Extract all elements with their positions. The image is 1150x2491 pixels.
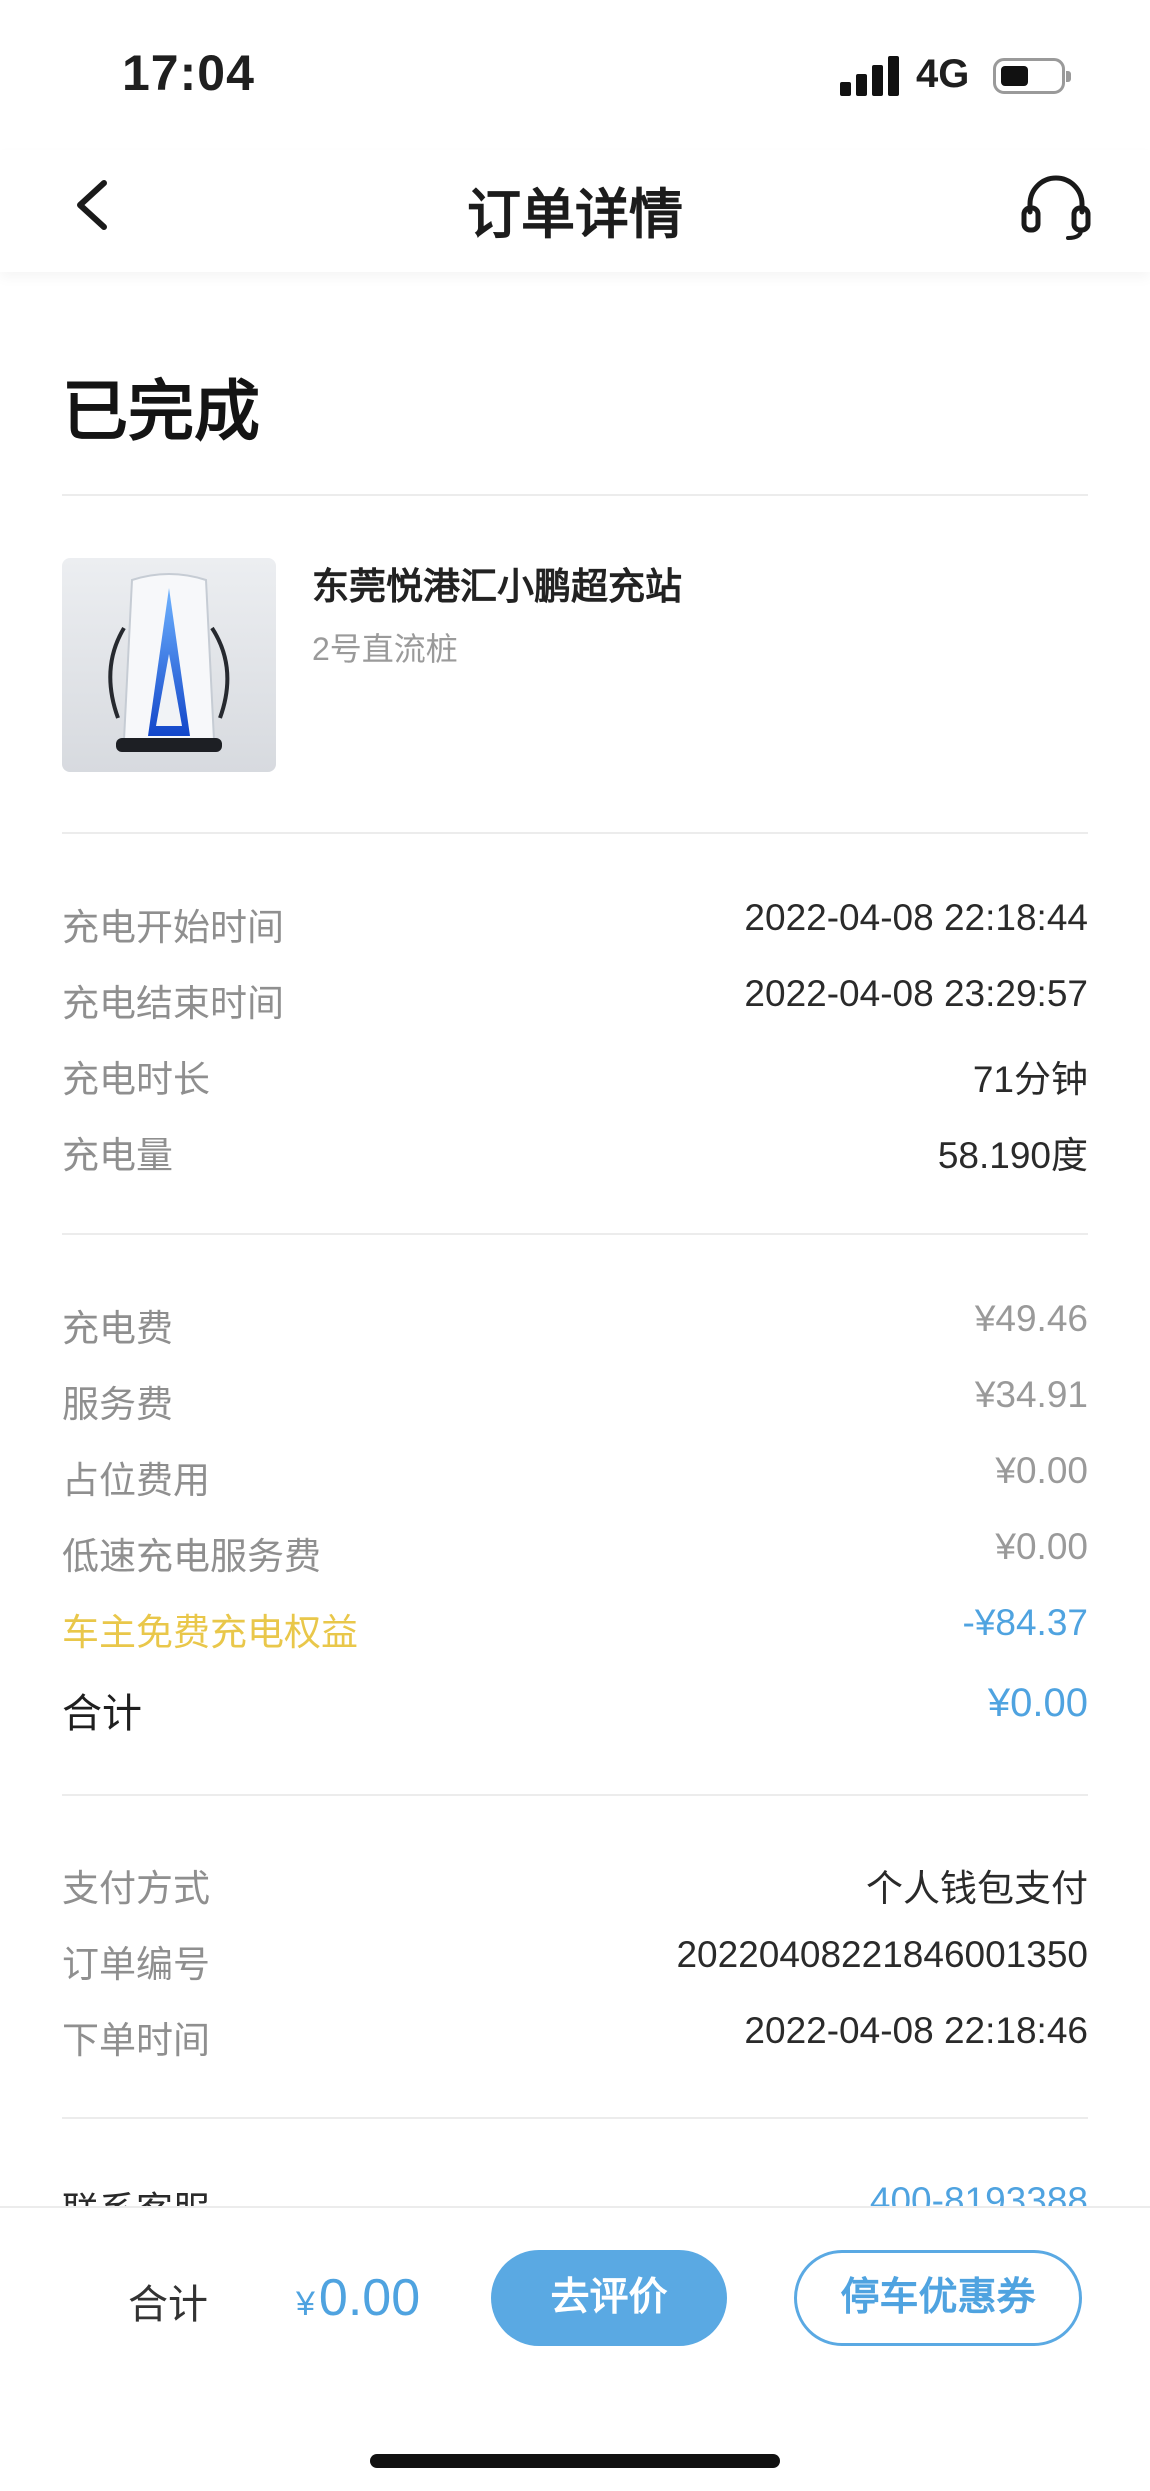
- charger-image: [62, 558, 276, 772]
- bottom-total-amount: ¥0.00: [296, 2268, 420, 2328]
- row-label: 充电费: [62, 1308, 173, 1349]
- row-label: 占位费用: [62, 1460, 210, 1501]
- row-value: 2022-04-08 22:18:44: [744, 897, 1088, 938]
- back-arrow-icon[interactable]: [64, 175, 124, 235]
- currency-symbol: ¥: [296, 2285, 315, 2323]
- divider: [62, 1794, 1088, 1796]
- order-time-row: 下单时间 2022-04-08 22:18:46: [62, 2010, 1088, 2066]
- row-value: ¥0.00: [987, 1681, 1088, 1725]
- signal-icon: [840, 56, 902, 96]
- parking-coupon-button[interactable]: 停车优惠券: [794, 2250, 1082, 2346]
- row-label: 充电时长: [62, 1059, 210, 1100]
- row-value: 20220408221846001350: [676, 1934, 1088, 1975]
- divider: [62, 2117, 1088, 2119]
- row-label: 充电开始时间: [62, 907, 284, 948]
- row-value: ¥0.00: [995, 1450, 1088, 1491]
- row-label: 充电量: [62, 1135, 173, 1176]
- row-label: 合计: [62, 1692, 142, 1736]
- home-indicator: [370, 2454, 780, 2468]
- slow-charge-fee-row: 低速充电服务费 ¥0.00: [62, 1526, 1088, 1582]
- page-title: 订单详情: [467, 185, 683, 245]
- station-name: 东莞悦港汇小鹏超充站: [312, 566, 682, 607]
- status-time: 17:04: [122, 45, 255, 101]
- total-amount-value: 0.00: [318, 2269, 421, 2327]
- divider: [62, 1233, 1088, 1235]
- row-label: 低速充电服务费: [62, 1536, 321, 1577]
- review-button[interactable]: 去评价: [491, 2250, 727, 2346]
- row-value: 2022-04-08 22:18:46: [744, 2010, 1088, 2051]
- bottom-action-bar: 合计 ¥0.00 去评价 停车优惠券: [0, 2206, 1150, 2491]
- fee-total-row: 合计 ¥0.00: [62, 1681, 1088, 1737]
- charge-duration-row: 充电时长 71分钟: [62, 1049, 1088, 1105]
- row-label: 服务费: [62, 1384, 173, 1425]
- row-value: 71分钟: [972, 1059, 1088, 1100]
- network-type: 4G: [916, 52, 970, 96]
- row-value: ¥0.00: [995, 1526, 1088, 1567]
- row-value: 2022-04-08 23:29:57: [744, 973, 1088, 1014]
- charge-start-row: 充电开始时间 2022-04-08 22:18:44: [62, 897, 1088, 953]
- row-value: -¥84.37: [962, 1602, 1089, 1643]
- charge-amount-row: 充电量 58.190度: [62, 1125, 1088, 1181]
- row-value: 58.190度: [937, 1135, 1088, 1176]
- charging-fee-row: 充电费 ¥49.46: [62, 1298, 1088, 1354]
- row-value: 个人钱包支付: [866, 1868, 1088, 1909]
- divider: [62, 494, 1088, 496]
- row-label: 充电结束时间: [62, 983, 284, 1024]
- row-label: 订单编号: [62, 1944, 210, 1985]
- service-fee-row: 服务费 ¥34.91: [62, 1374, 1088, 1430]
- charge-end-row: 充电结束时间 2022-04-08 23:29:57: [62, 973, 1088, 1029]
- order-status: 已完成: [62, 374, 260, 448]
- row-value: ¥34.91: [974, 1374, 1088, 1415]
- pile-name: 2号直流桩: [312, 631, 458, 667]
- row-label: 支付方式: [62, 1868, 210, 1909]
- payment-method-row: 支付方式 个人钱包支付: [62, 1858, 1088, 1914]
- divider: [62, 832, 1088, 834]
- bottom-total-label: 合计: [128, 2283, 208, 2327]
- occupancy-fee-row: 占位费用 ¥0.00: [62, 1450, 1088, 1506]
- status-bar: 17:04 4G: [0, 0, 1150, 150]
- row-label: 车主免费充电权益: [62, 1612, 358, 1653]
- battery-icon: [993, 58, 1071, 94]
- row-value: ¥49.46: [974, 1298, 1088, 1339]
- row-label: 下单时间: [62, 2020, 210, 2061]
- nav-bar: 订单详情: [0, 150, 1150, 272]
- owner-benefit-row: 车主免费充电权益 -¥84.37: [62, 1602, 1088, 1658]
- customer-service-icon[interactable]: [1020, 174, 1092, 240]
- order-number-row: 订单编号 20220408221846001350: [62, 1934, 1088, 1990]
